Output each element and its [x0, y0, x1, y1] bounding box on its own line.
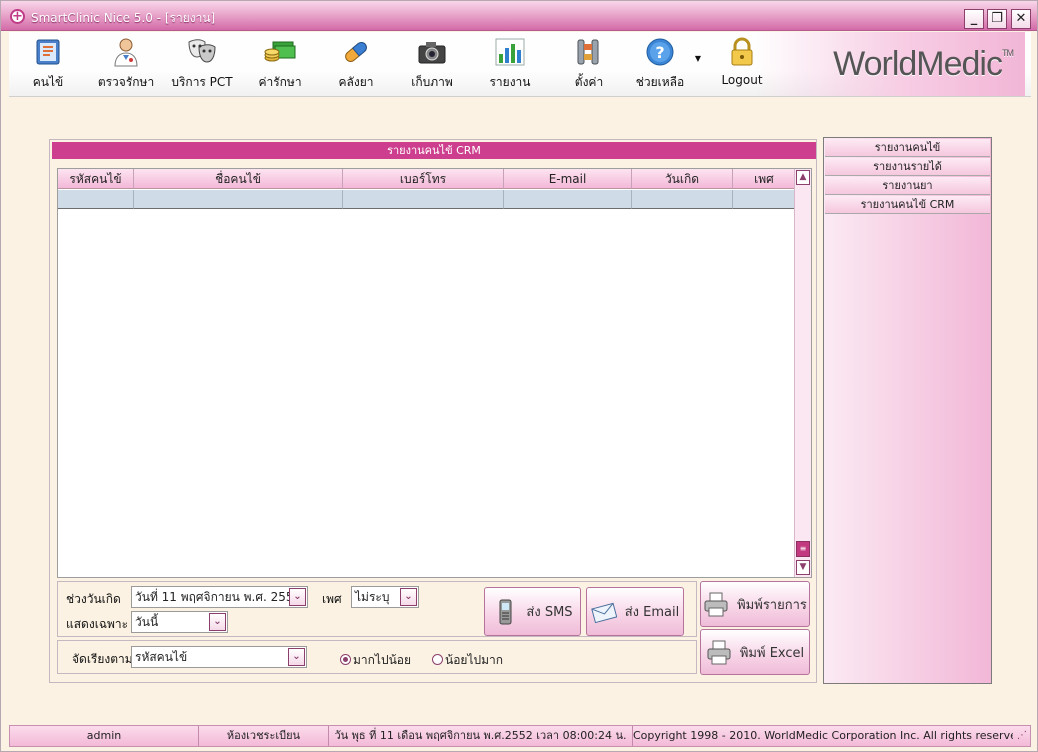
padlock-icon: [731, 37, 753, 66]
table-row-cell[interactable]: [134, 190, 343, 209]
patient-table[interactable]: รหัสคนไข้ ชื่อคนไข้ เบอร์โทร E-mail วันเ…: [57, 168, 812, 578]
show-only-label: แสดงเฉพาะ: [66, 617, 129, 631]
status-copyright: Copyright 1998 - 2010. WorldMedic Corpor…: [633, 729, 1013, 742]
pill-icon: [345, 42, 367, 62]
send-sms-button[interactable]: ส่ง SMS: [484, 587, 581, 636]
svg-text:?: ?: [655, 43, 664, 62]
column-header[interactable]: รหัสคนไข้: [58, 169, 134, 189]
bar-chart-icon: [495, 38, 525, 66]
toolbar-pct-service-button[interactable]: บริการ PCT: [167, 36, 237, 94]
radio-selected-icon[interactable]: [340, 654, 351, 665]
report-panel: รายงานคนไข้ CRM รหัสคนไข้ ชื่อคนไข้ เบอร…: [49, 139, 817, 683]
sort-label: จัดเรียงตาม: [72, 652, 133, 666]
column-header[interactable]: E-mail: [504, 169, 632, 189]
sort-ascending-radio[interactable]: น้อยไปมาก: [432, 651, 503, 670]
gender-label: เพศ: [322, 592, 342, 606]
masks-icon: [188, 39, 216, 63]
chevron-down-icon[interactable]: ⌄: [400, 588, 417, 606]
camera-icon: [418, 42, 446, 64]
printer-icon: [707, 640, 731, 665]
email-envelope-icon: [590, 602, 617, 623]
status-user: admin: [10, 726, 199, 746]
birth-range-label: ช่วงวันเกิด: [66, 592, 121, 606]
main-toolbar: คนไข้ ตรวจรักษา บริการ PCT ค่ารักษา คลัง…: [9, 32, 1031, 97]
toolbar-pharmacy-button[interactable]: คลังยา: [331, 36, 381, 94]
status-datetime: วัน พุธ ที่ 11 เดือน พฤศจิกายน พ.ศ.2552 …: [329, 726, 633, 746]
chevron-down-icon[interactable]: ⌄: [288, 648, 305, 666]
toolbar-patient-button[interactable]: คนไข้: [23, 36, 73, 94]
resize-grip-icon[interactable]: ⋰: [1014, 726, 1030, 746]
report-menu-crm[interactable]: รายงานคนไข้ CRM: [825, 196, 990, 214]
sort-field-select[interactable]: รหัสคนไข้ ⌄: [131, 646, 307, 668]
send-email-button[interactable]: ส่ง Email: [586, 587, 684, 636]
table-row-cell[interactable]: [733, 190, 796, 209]
vertical-scrollbar[interactable]: ▲ ≡ ▼: [794, 169, 811, 577]
app-logo-icon: +: [10, 9, 25, 24]
print-excel-button[interactable]: พิมพ์ Excel: [700, 629, 810, 675]
scroll-down-button[interactable]: ▼: [796, 560, 810, 575]
sort-descending-radio[interactable]: มากไปน้อย: [340, 651, 411, 670]
column-header[interactable]: วันเกิด: [632, 169, 733, 189]
minimize-button[interactable]: _: [964, 9, 984, 29]
restore-button[interactable]: ❐: [987, 9, 1007, 29]
gender-select[interactable]: ไม่ระบุ ⌄: [351, 586, 419, 608]
report-menu-patient[interactable]: รายงานคนไข้: [825, 139, 990, 157]
tools-icon: [577, 39, 599, 65]
column-header[interactable]: เบอร์โทร: [343, 169, 504, 189]
status-bar: admin ห้องเวชระเบียน วัน พุธ ที่ 11 เดือ…: [9, 725, 1031, 747]
report-menu-income[interactable]: รายงานรายได้: [825, 158, 990, 176]
radio-unselected-icon[interactable]: [432, 654, 443, 665]
table-row-cell[interactable]: [504, 190, 632, 209]
brand-banner: WorldMedicTM: [755, 32, 1025, 96]
scroll-thumb[interactable]: ≡: [796, 541, 810, 557]
doctor-icon: [114, 38, 138, 67]
birth-range-select[interactable]: วันที่ 11 พฤศจิกายน พ.ศ. 2552 ⌄: [131, 586, 308, 608]
report-title: รายงานคนไข้ CRM: [52, 142, 816, 159]
table-row-cell[interactable]: [343, 190, 504, 209]
table-row-cell[interactable]: [58, 190, 134, 209]
help-icon: ?: [646, 38, 674, 66]
toolbar-reports-button[interactable]: รายงาน: [485, 36, 535, 94]
toolbar-photos-button[interactable]: เก็บภาพ: [407, 36, 457, 94]
title-bar[interactable]: + SmartClinic Nice 5.0 - [รายงาน] _ ❐ ✕: [1, 1, 1037, 31]
help-dropdown-arrow-icon[interactable]: ▼: [693, 54, 703, 112]
report-menu-drugs[interactable]: รายงานยา: [825, 177, 990, 195]
chevron-down-icon[interactable]: ⌄: [209, 613, 226, 631]
print-list-button[interactable]: พิมพ์รายการ: [700, 581, 810, 627]
table-row-cell[interactable]: [632, 190, 733, 209]
brand-logo: WorldMedicTM: [833, 45, 1014, 83]
column-header[interactable]: เพศ: [733, 169, 796, 189]
chevron-down-icon[interactable]: ⌄: [289, 588, 306, 606]
window-title: SmartClinic Nice 5.0 - [รายงาน]: [31, 11, 216, 25]
printer-icon: [704, 592, 728, 617]
toolbar-fees-button[interactable]: ค่ารักษา: [253, 36, 307, 94]
toolbar-treatment-button[interactable]: ตรวจรักษา: [93, 36, 159, 94]
show-only-select[interactable]: วันนี้ ⌄: [131, 611, 228, 633]
sort-box: จัดเรียงตาม รหัสคนไข้ ⌄ มากไปน้อย น้อยไป…: [57, 640, 697, 674]
close-button[interactable]: ✕: [1011, 9, 1031, 29]
mobile-phone-icon: [499, 599, 512, 624]
status-room: ห้องเวชระเบียน: [199, 726, 329, 746]
toolbar-settings-button[interactable]: ตั้งค่า: [565, 36, 613, 94]
column-header[interactable]: ชื่อคนไข้: [134, 169, 343, 189]
scroll-up-button[interactable]: ▲: [796, 170, 810, 185]
patient-book-icon: [36, 39, 60, 65]
report-menu: รายงานคนไข้ รายงานรายได้ รายงานยา รายงาน…: [823, 137, 992, 684]
app-window: + SmartClinic Nice 5.0 - [รายงาน] _ ❐ ✕ …: [0, 0, 1038, 752]
money-icon: [264, 41, 296, 62]
toolbar-help-button[interactable]: ? ช่วยเหลือ: [631, 36, 689, 94]
